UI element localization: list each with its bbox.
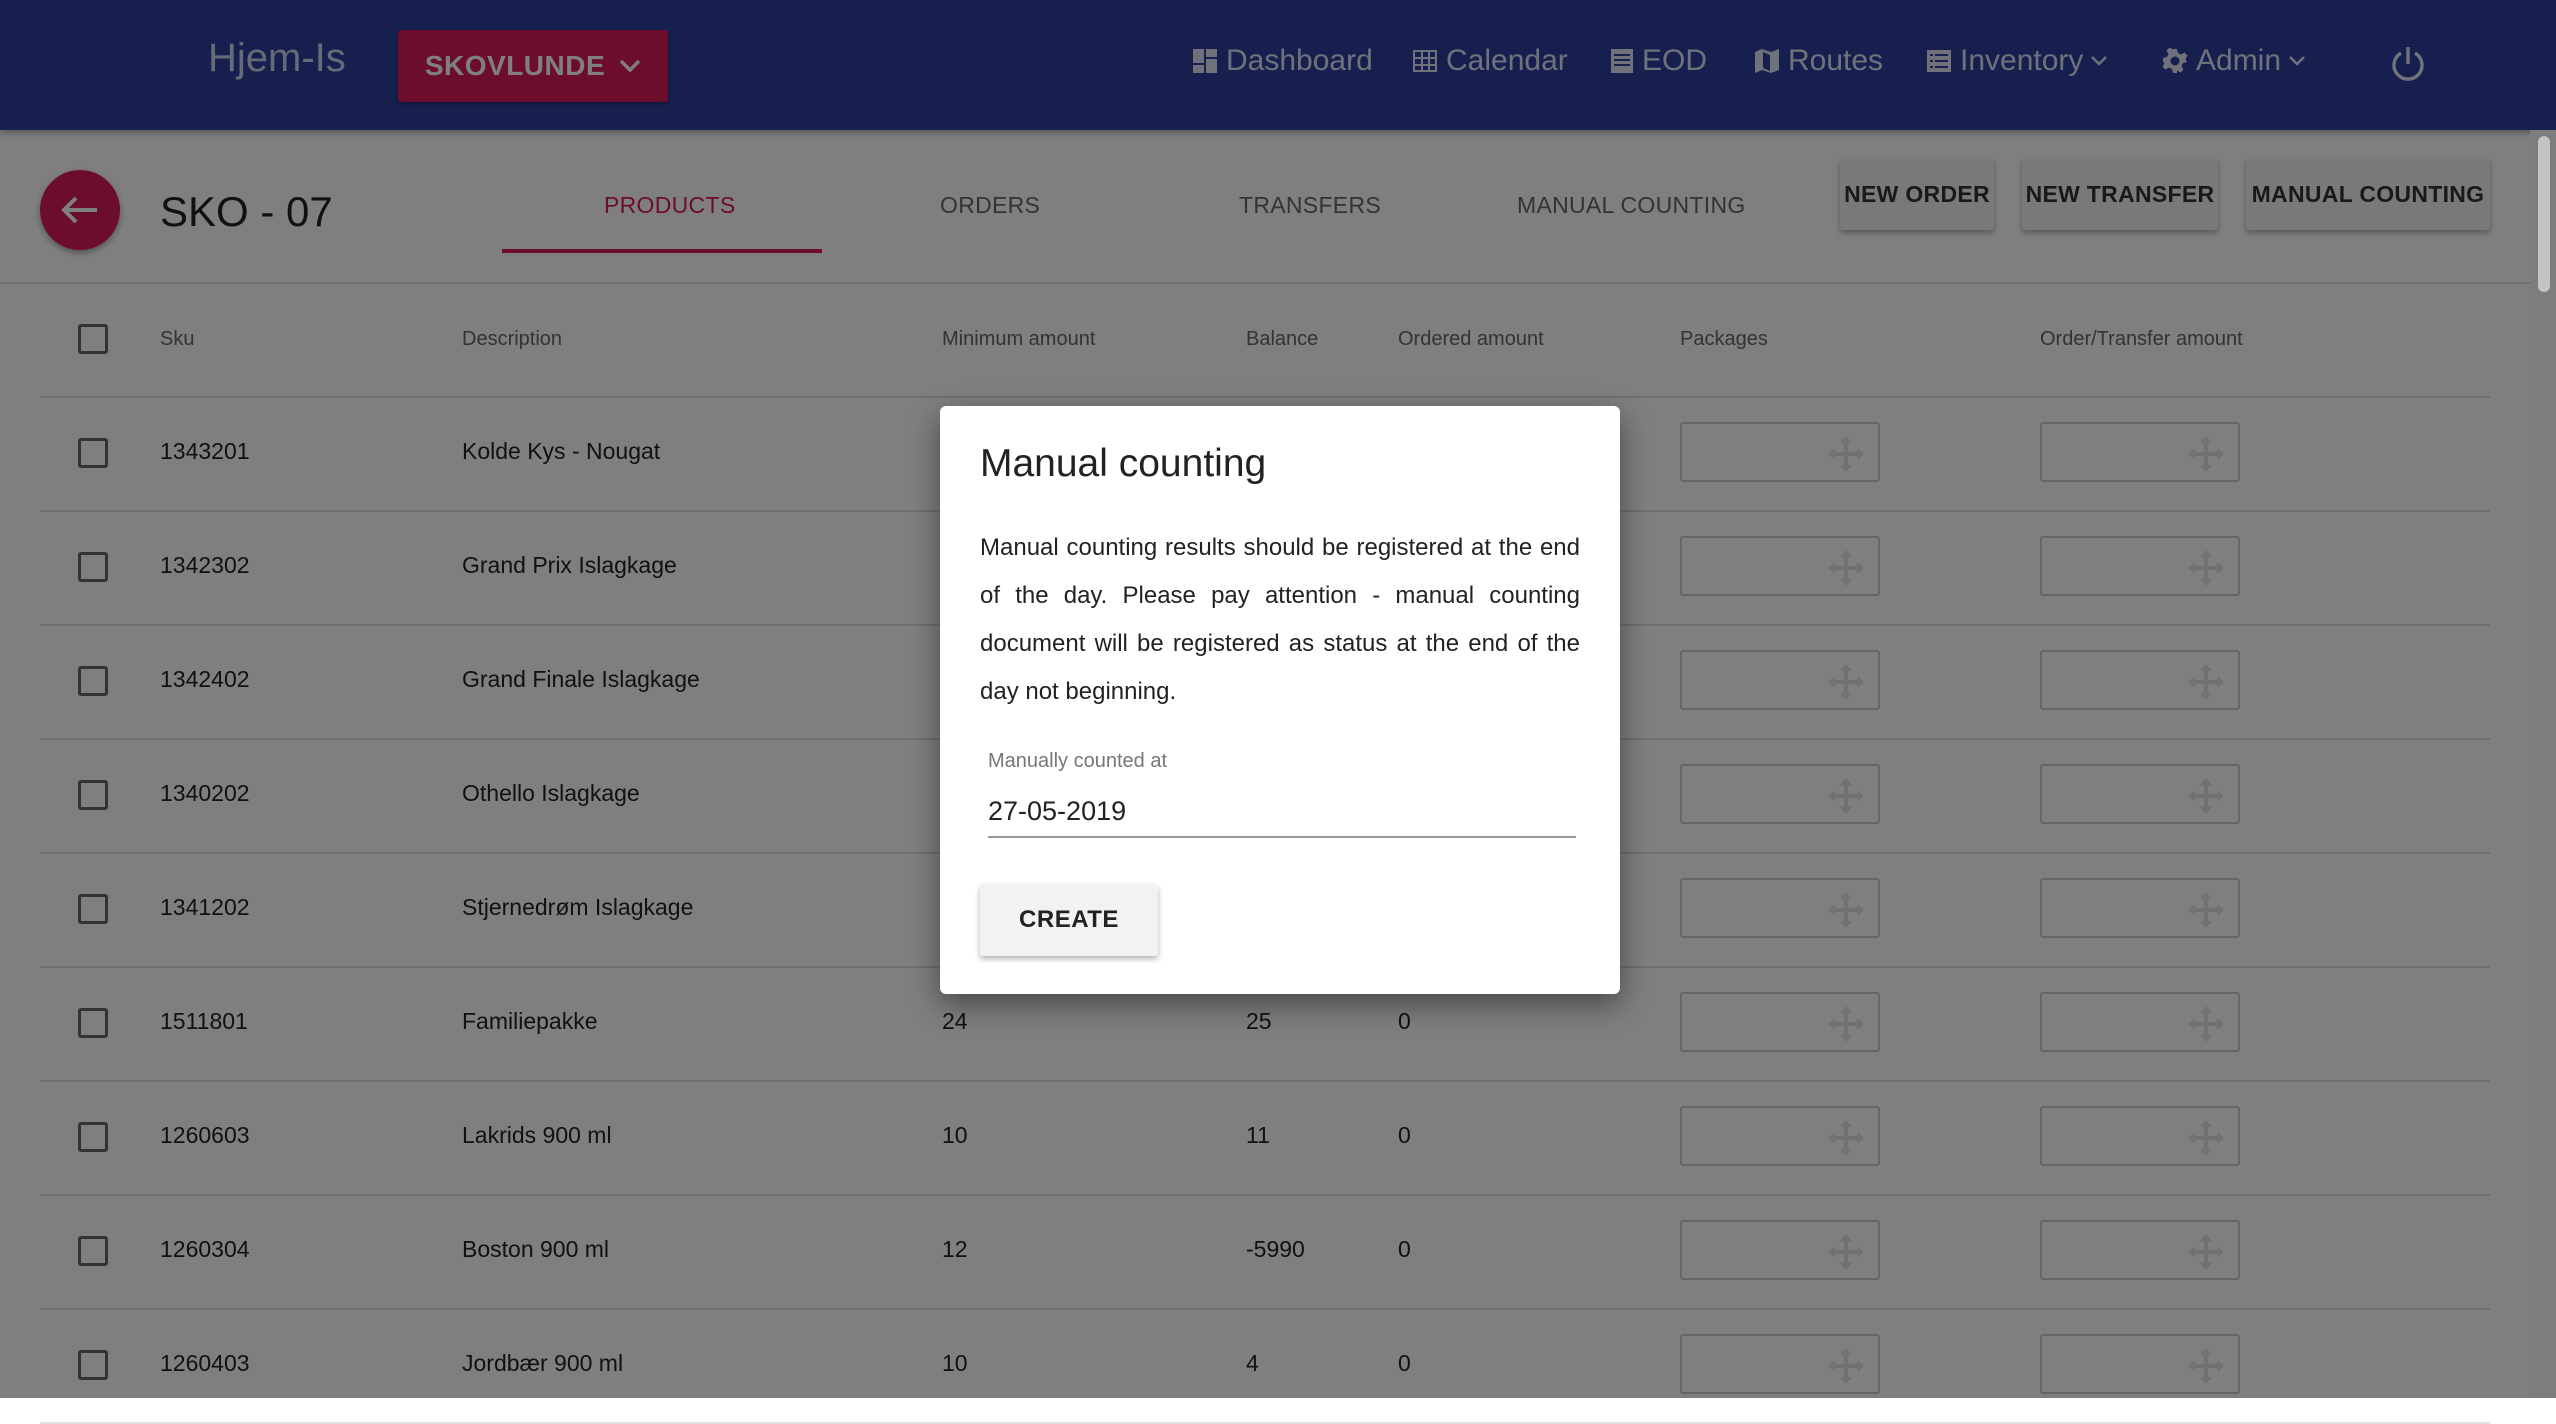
scrollbar-thumb[interactable] [2538,136,2550,292]
manual-counting-dialog: Manual counting Manual counting results … [940,406,1620,994]
dialog-description: Manual counting results should be regist… [980,534,1580,705]
create-button[interactable]: CREATE [980,884,1158,956]
counted-at-date-input[interactable] [988,786,1576,838]
counted-at-label: Manually counted at [988,750,1168,772]
dialog-title: Manual counting [980,442,1267,485]
